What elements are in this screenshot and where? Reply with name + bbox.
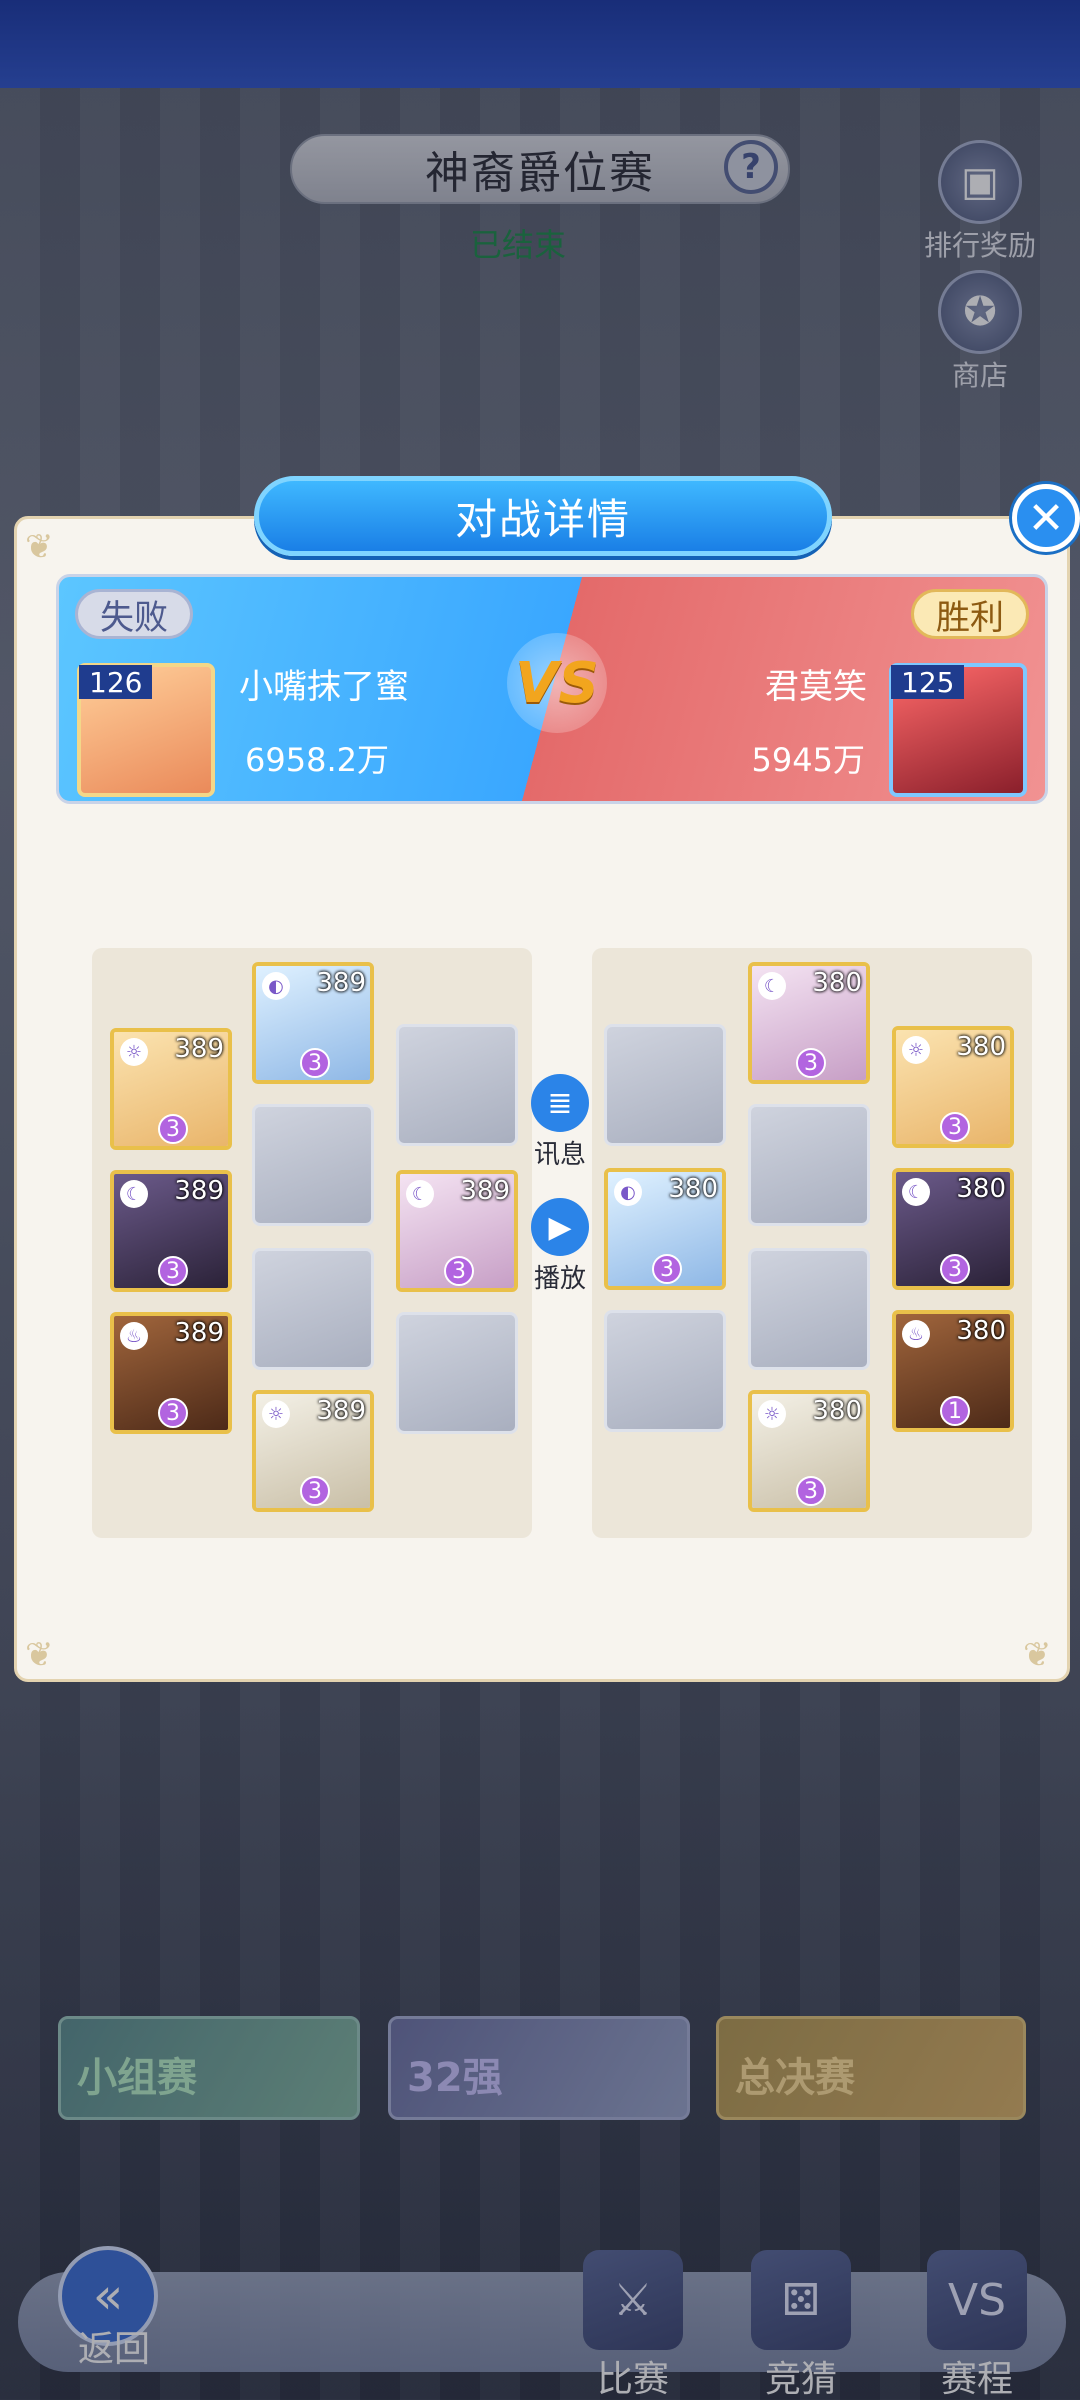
hero-level: 380	[956, 1316, 1006, 1346]
hero-star: 3	[158, 1398, 188, 1428]
hero-star: 3	[940, 1112, 970, 1142]
left-hero-card[interactable]: ☼ 389 3	[110, 1028, 232, 1150]
hero-star: 3	[796, 1048, 826, 1078]
empty-slot	[396, 1024, 518, 1146]
corner-ornament-icon: ❦	[25, 527, 54, 567]
hero-level: 380	[812, 1396, 862, 1426]
left-hero-card[interactable]: ☼ 389 3	[252, 1390, 374, 1512]
hero-star: 3	[940, 1254, 970, 1284]
left-hero-card[interactable]: ◐ 389 3	[252, 962, 374, 1084]
hero-level: 380	[956, 1032, 1006, 1062]
empty-slot	[604, 1024, 726, 1146]
right-hero-card[interactable]: ♨ 380 1	[892, 1310, 1014, 1432]
vs-emblem: VS	[507, 633, 607, 733]
hero-level: 389	[174, 1176, 224, 1206]
element-fire-icon: ♨	[902, 1320, 930, 1348]
corner-ornament-icon: ❦	[25, 1635, 54, 1675]
hero-level: 380	[956, 1174, 1006, 1204]
corner-ornament-icon: ❦	[1023, 1635, 1052, 1675]
left-player-avatar[interactable]: 126	[77, 663, 215, 797]
empty-slot	[252, 1104, 374, 1226]
element-moon-icon: ☾	[758, 972, 786, 1000]
info-label: 讯息	[533, 1140, 586, 1170]
empty-slot	[252, 1248, 374, 1370]
element-water-icon: ◐	[614, 1178, 642, 1206]
left-hero-card[interactable]: ♨ 389 3	[110, 1312, 232, 1434]
right-player-power: 5945万	[751, 741, 865, 779]
right-player-name: 君莫笑	[765, 667, 867, 707]
hero-star: 3	[652, 1254, 682, 1284]
hero-star: 1	[940, 1396, 970, 1426]
element-moon-icon: ☾	[120, 1180, 148, 1208]
element-sun-icon: ☼	[262, 1400, 290, 1428]
hero-level: 389	[316, 968, 366, 998]
right-hero-card[interactable]: ☾ 380 3	[748, 962, 870, 1084]
modal-title-banner: 对战详情	[254, 476, 832, 556]
hero-star: 3	[158, 1256, 188, 1286]
modal-title: 对战详情	[454, 494, 631, 544]
hero-level: 389	[174, 1318, 224, 1348]
left-player-name: 小嘴抹了蜜	[239, 667, 409, 707]
element-moon-icon: ☾	[902, 1178, 930, 1206]
replay-label: 播放	[533, 1264, 586, 1294]
result-badge-lose: 失败	[75, 589, 193, 639]
left-player-level: 126	[79, 665, 153, 699]
empty-slot	[748, 1104, 870, 1226]
battle-header: 失败 胜利 126 小嘴抹了蜜 6958.2万 VS 君莫笑 5945万 125	[56, 574, 1048, 804]
empty-slot	[748, 1248, 870, 1370]
hero-star: 3	[444, 1256, 474, 1286]
right-hero-card[interactable]: ☼ 380 3	[892, 1026, 1014, 1148]
empty-slot	[396, 1312, 518, 1434]
left-player-power: 6958.2万	[245, 741, 389, 779]
close-icon: ✕	[1027, 492, 1065, 544]
info-button[interactable]: ≣ 讯息	[520, 1074, 600, 1171]
element-sun-icon: ☼	[120, 1038, 148, 1066]
empty-slot	[604, 1310, 726, 1432]
replay-button[interactable]: ▶ 播放	[520, 1198, 600, 1295]
left-hero-card[interactable]: ☾ 389 3	[396, 1170, 518, 1292]
hero-level: 380	[812, 968, 862, 998]
hero-level: 389	[174, 1034, 224, 1064]
left-hero-card[interactable]: ☾ 389 3	[110, 1170, 232, 1292]
right-player-avatar[interactable]: 125	[889, 663, 1027, 797]
element-water-icon: ◐	[262, 972, 290, 1000]
right-hero-card[interactable]: ☼ 380 3	[748, 1390, 870, 1512]
result-badge-win: 胜利	[911, 589, 1029, 639]
hero-star: 3	[300, 1476, 330, 1506]
document-icon: ≣	[531, 1074, 589, 1132]
element-sun-icon: ☼	[902, 1036, 930, 1064]
hero-level: 380	[668, 1174, 718, 1204]
video-camera-icon: ▶	[531, 1198, 589, 1256]
hero-level: 389	[316, 1396, 366, 1426]
element-moon-icon: ☾	[406, 1180, 434, 1208]
close-button[interactable]: ✕	[1012, 484, 1080, 552]
hero-star: 3	[158, 1114, 188, 1144]
element-sun-icon: ☼	[758, 1400, 786, 1428]
hero-star: 3	[300, 1048, 330, 1078]
right-hero-card[interactable]: ◐ 380 3	[604, 1168, 726, 1290]
right-player-level: 125	[891, 665, 965, 699]
right-hero-card[interactable]: ☾ 380 3	[892, 1168, 1014, 1290]
element-fire-icon: ♨	[120, 1322, 148, 1350]
hero-level: 389	[460, 1176, 510, 1206]
hero-star: 3	[796, 1476, 826, 1506]
